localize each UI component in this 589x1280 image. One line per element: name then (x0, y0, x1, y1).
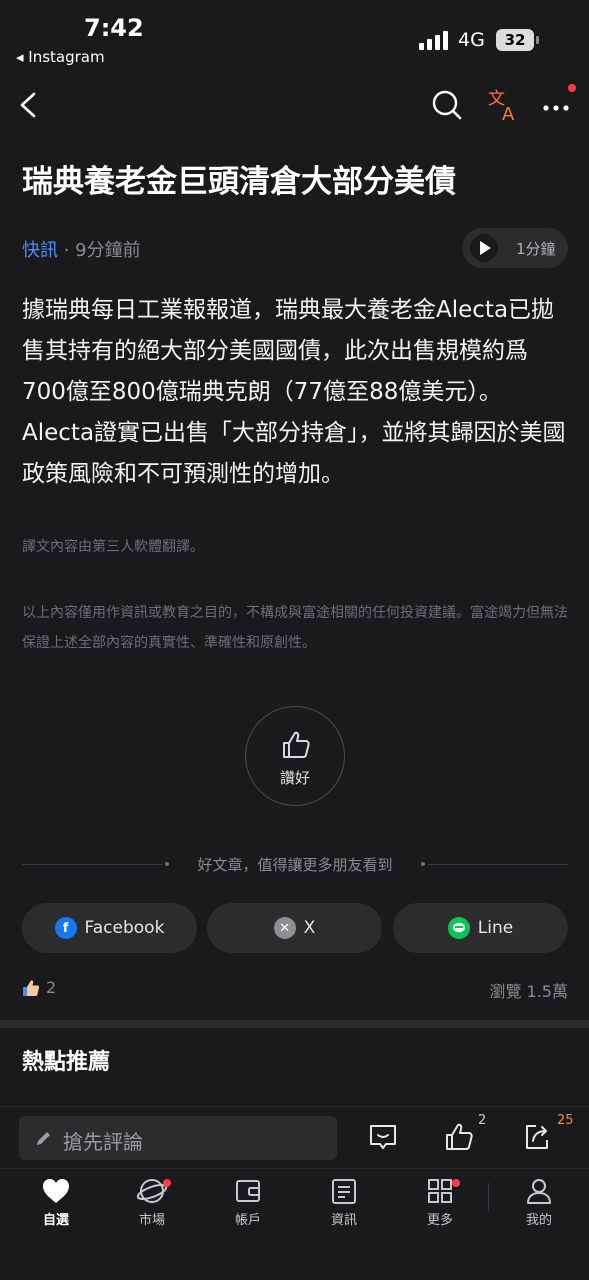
notification-dot (163, 1179, 171, 1187)
heart-icon (43, 1179, 69, 1203)
divider-dot (421, 862, 425, 866)
like-count-value: 2 (46, 978, 57, 997)
comment-input[interactable]: 搶先評論 (19, 1116, 337, 1160)
user-icon (527, 1179, 551, 1204)
view-count: 瀏覽 1.5萬 (489, 982, 568, 1001)
audio-duration: 1分鐘 (516, 240, 556, 258)
like-label: 讚好 (279, 769, 310, 787)
share-count-badge: 25 (557, 1113, 574, 1128)
like-count-badge: 2 (478, 1113, 487, 1128)
tab-market[interactable]: 市場 (112, 1177, 192, 1228)
divider-line (428, 864, 568, 865)
play-icon (470, 234, 498, 262)
x-icon: ✕ (273, 917, 296, 939)
network-type: 4G (458, 29, 485, 51)
thumbs-up-icon (283, 731, 310, 758)
news-icon (332, 1179, 356, 1204)
search-icon[interactable] (430, 88, 464, 122)
svg-text:A: A (502, 104, 515, 124)
tab-more[interactable]: 更多 (400, 1177, 480, 1228)
battery-tip (536, 36, 539, 44)
article-meta: 快訊 · 9分鐘前 (22, 236, 141, 262)
tab-label: 自選 (42, 1213, 69, 1228)
article-title: 瑞典養老金巨頭清倉大部分美債 (22, 164, 456, 200)
share-label: Line (477, 918, 514, 938)
tab-account[interactable]: 帳戶 (208, 1177, 288, 1228)
article-source[interactable]: 快訊 (22, 240, 58, 261)
more-icon[interactable] (540, 90, 572, 120)
tab-label: 市場 (138, 1213, 165, 1228)
pencil-icon (37, 1132, 50, 1145)
meta-separator: · (58, 240, 76, 261)
like-button[interactable]: 讚好 (245, 706, 345, 806)
tab-label: 帳戶 (234, 1213, 261, 1228)
facebook-icon: f (54, 917, 77, 939)
comment-placeholder: 搶先評論 (63, 1130, 143, 1154)
tab-watchlist[interactable]: 自選 (16, 1177, 96, 1228)
article-stats: 2 瀏覽 1.5萬 (22, 976, 568, 1001)
line-icon (447, 917, 470, 939)
tab-label: 我的 (525, 1213, 552, 1228)
thumbs-up-icon (23, 979, 40, 996)
thumbs-up-icon[interactable] (443, 1120, 475, 1154)
signal-icon (419, 30, 448, 50)
battery-icon: 32 (496, 29, 534, 51)
section-divider (0, 1020, 589, 1028)
comment-bar: 搶先評論 2 25 (0, 1106, 589, 1168)
share-icon[interactable] (521, 1120, 553, 1154)
share-label: Facebook (84, 918, 165, 938)
tab-label: 資訊 (330, 1213, 357, 1228)
share-x-button[interactable]: ✕ X (207, 903, 382, 953)
comment-icon[interactable] (367, 1120, 399, 1154)
section-title: 熱點推薦 (22, 1050, 111, 1075)
tab-news[interactable]: 資訊 (304, 1177, 384, 1228)
article-body: 據瑞典每日工業報報道，瑞典最大養老金Alecta已拋售其持有的絕大部分美國國債，… (22, 297, 566, 487)
tab-divider (488, 1183, 489, 1211)
notification-dot (568, 84, 576, 92)
tab-label: 更多 (426, 1213, 453, 1228)
share-line-button[interactable]: Line (393, 903, 568, 953)
translation-note: 譯文內容由第三人軟體翻譯。 (22, 539, 204, 555)
like-count: 2 (22, 978, 56, 997)
grid-icon (428, 1179, 452, 1203)
disclaimer: 以上內容僅用作資訊或教育之目的，不構成與富途相關的任何投資建議。富途竭力但無法保… (22, 605, 568, 651)
translate-icon[interactable]: 文 A (486, 86, 520, 124)
share-prompt: 好文章，值得讓更多朋友看到 (22, 852, 568, 876)
share-facebook-button[interactable]: f Facebook (22, 903, 197, 953)
share-label: X (303, 918, 316, 938)
tab-profile[interactable]: 我的 (499, 1177, 579, 1228)
article-time: 9分鐘前 (75, 240, 141, 261)
bottom-tab-bar: 自選 市場 帳戶 資訊 更多 我的 (0, 1168, 589, 1280)
status-bar: 7:42 ◂ Instagram 4G 32 (0, 0, 589, 72)
wallet-icon (236, 1180, 260, 1202)
status-time: 7:42 (84, 14, 144, 42)
top-nav: 文 A (0, 78, 589, 132)
back-to-app-link[interactable]: ◂ Instagram (16, 48, 105, 66)
back-arrow-icon[interactable] (14, 86, 44, 124)
audio-play-button[interactable]: 1分鐘 (462, 228, 568, 268)
notification-dot (452, 1179, 460, 1187)
